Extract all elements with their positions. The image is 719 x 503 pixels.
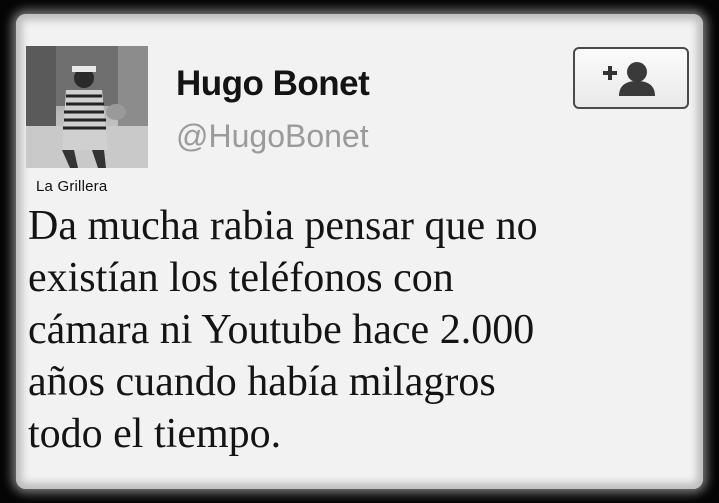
display-name[interactable]: Hugo Bonet bbox=[176, 64, 370, 104]
tweet-line: Da mucha rabia pensar que no bbox=[28, 203, 538, 249]
profile-avatar[interactable] bbox=[26, 46, 148, 168]
tweet-line: todo el tiempo. bbox=[28, 411, 282, 457]
tweet-text: Da mucha rabia pensar que no existían lo… bbox=[28, 200, 698, 460]
watermark-label: La Grillera bbox=[36, 178, 108, 195]
add-user-icon bbox=[603, 62, 655, 96]
photo-frame: La Grillera Hugo Bonet @HugoBonet Da muc… bbox=[0, 0, 719, 503]
user-handle[interactable]: @HugoBonet bbox=[176, 118, 369, 155]
follow-button[interactable] bbox=[573, 47, 689, 109]
tweet-line: cámara ni Youtube hace 2.000 bbox=[28, 307, 535, 353]
avatar-photo-icon bbox=[26, 46, 148, 168]
tweet-line: existían los teléfonos con bbox=[28, 255, 454, 301]
tweet-line: años cuando había milagros bbox=[28, 359, 496, 405]
